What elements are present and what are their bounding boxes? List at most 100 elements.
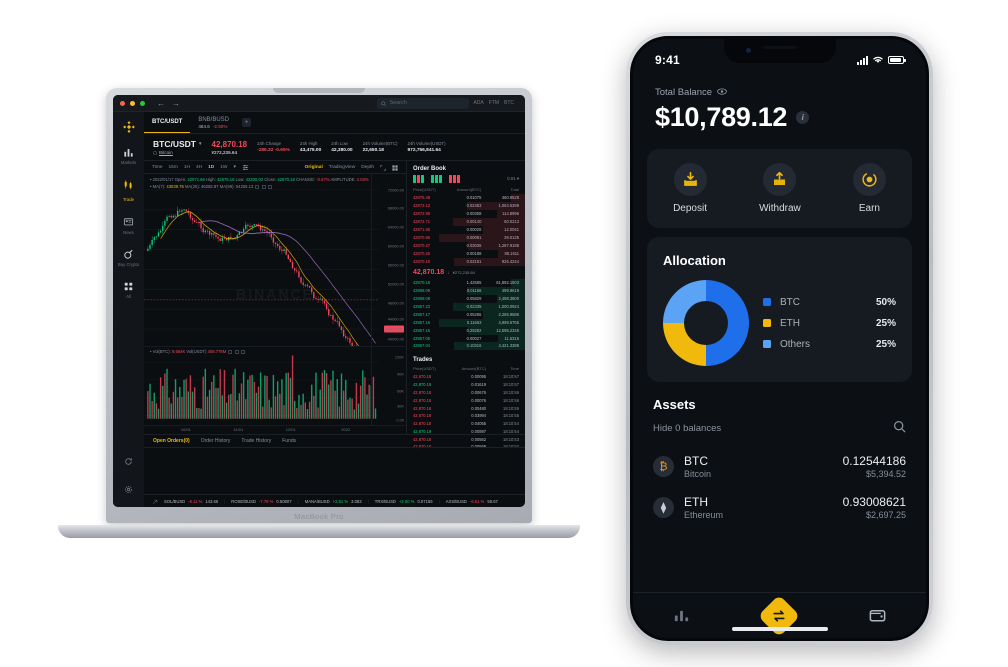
- deposit-button[interactable]: Deposit: [673, 163, 707, 214]
- search-tag[interactable]: BTC: [504, 100, 514, 106]
- orderbook-row[interactable]: 42870.26 0.00188 89.1611: [407, 249, 525, 258]
- pair-tab-btc-usdt[interactable]: BTC/USDT: [144, 112, 191, 133]
- chart-toggle-icon[interactable]: [261, 184, 266, 189]
- row-price: 42870.26: [413, 250, 431, 256]
- orderbook-row[interactable]: 42867.16 0.11663 4,999.5765: [407, 318, 525, 327]
- trade-time: 18:10:54: [503, 421, 519, 427]
- ticker-pair-block[interactable]: BTC/USDT ▾ Bitcoin: [153, 139, 202, 155]
- trade-time: 18:10:57: [503, 374, 519, 380]
- row-amount: 0.00188: [466, 250, 482, 256]
- orderbook-row[interactable]: 42867.15 0.29282 12,595.2346: [407, 326, 525, 335]
- book-view-both-icon[interactable]: [413, 175, 424, 183]
- search-icon[interactable]: [893, 420, 906, 436]
- pair-tab-bnb-busd[interactable]: BNB/BUSD 484.6 -2.50%: [190, 112, 237, 133]
- sidebar-item-markets[interactable]: Markets: [121, 146, 136, 165]
- volume-toggle-icon[interactable]: [240, 350, 245, 355]
- tab-order-history[interactable]: Order History: [201, 438, 231, 444]
- orderbook-row[interactable]: 42871.86 0.00028 12.0041: [407, 225, 525, 234]
- chart-toggle-icon[interactable]: [255, 184, 260, 189]
- bottom-ticker-item[interactable]: AXS/BUSD -6.51 % 59.67: [446, 499, 498, 504]
- legend-value: 25%: [875, 338, 896, 350]
- ticker-last-price-block: 42,870.18 ¥272,235.64: [212, 140, 248, 155]
- binance-logo-icon[interactable]: [122, 120, 136, 134]
- add-pair-button[interactable]: +: [242, 118, 252, 127]
- ohlc-open-label: Open:: [174, 177, 187, 182]
- refresh-icon[interactable]: [124, 453, 133, 471]
- orderbook-row[interactable]: 42873.13 0.02483 1,064.5399: [407, 201, 525, 210]
- chart-view-original[interactable]: Original: [305, 165, 323, 170]
- sidebar-label: Buy Crypto: [117, 262, 140, 268]
- orderbook-row[interactable]: 42868.08 0.05829 2,498.3800: [407, 294, 525, 303]
- row-price: 42872.99: [413, 210, 431, 216]
- eye-icon[interactable]: [717, 87, 727, 98]
- ohlc-open: 42071.66: [187, 177, 205, 182]
- sidebar-label: All: [126, 294, 131, 300]
- back-icon[interactable]: ←: [157, 99, 165, 108]
- timeframe-more-icon[interactable]: ▾: [233, 165, 235, 170]
- chart-toggle-icon[interactable]: [267, 184, 272, 189]
- orderbook-row[interactable]: 42876.48 0.01075 460.9528: [407, 194, 525, 202]
- hide-zero-balances-toggle[interactable]: Hide 0 balances: [653, 423, 721, 434]
- bottom-ticker-item[interactable]: ROSE/BUSD -7.79 % 0.50807: [231, 499, 291, 504]
- legend-label: Others: [780, 338, 811, 350]
- asset-symbol: ETH: [684, 495, 708, 509]
- withdraw-button[interactable]: Withdraw: [759, 163, 801, 214]
- timeframe-1h[interactable]: 1H: [184, 165, 190, 170]
- window-maximize-button[interactable]: [140, 100, 145, 106]
- y-tick: 44000.00: [387, 316, 404, 322]
- timeframe-4h[interactable]: 4H: [196, 165, 202, 170]
- search-input[interactable]: Search: [377, 97, 470, 109]
- chart-view-tradingview[interactable]: TradingView: [329, 165, 355, 170]
- asset-row[interactable]: ₿ BTC Bitcoin 0.12544186 $5,394.52: [633, 446, 926, 487]
- ticker-stat-24h-high: 24h High 43,475.00: [300, 141, 321, 153]
- chevron-down-icon[interactable]: ▾: [199, 141, 202, 147]
- ticker-sublink[interactable]: Bitcoin: [159, 150, 173, 155]
- orderbook-row[interactable]: 42867.17 0.05286 2,265.9586: [407, 310, 525, 319]
- orderbook-row[interactable]: 42867.04 0.10316 4,421.3388: [407, 342, 525, 351]
- orderbook-row[interactable]: 42870.96 0.00091 39.0125: [407, 233, 525, 242]
- window-close-button[interactable]: [120, 100, 125, 106]
- orderbook-row[interactable]: 42872.99 0.00358 114.8996: [407, 209, 525, 218]
- forward-icon[interactable]: →: [172, 99, 180, 108]
- timeframe-1w[interactable]: 1W: [220, 165, 227, 170]
- orderbook-row[interactable]: 42872.71 0.00140 60.0213: [407, 217, 525, 226]
- chart-icon[interactable]: [668, 603, 694, 629]
- orderbook-row[interactable]: 42870.19 0.02161 926.4244: [407, 257, 525, 266]
- orderbook-precision[interactable]: 0.01 ▾: [507, 176, 519, 182]
- orderbook-row[interactable]: 42867.05 0.00027 11.5316: [407, 334, 525, 343]
- bottom-ticker-item[interactable]: MANA/BUSD +2.51 % 3.083: [305, 499, 362, 504]
- timeframe-15m[interactable]: 15m: [168, 165, 177, 170]
- sidebar-item-news[interactable]: News: [123, 216, 135, 235]
- book-view-bids-icon[interactable]: [431, 175, 442, 183]
- tab-trade-history[interactable]: Trade History: [241, 438, 271, 444]
- volume-toggle-icon[interactable]: [234, 350, 239, 355]
- tab-open-orders[interactable]: Open Orders(0): [153, 438, 190, 444]
- book-view-asks-icon[interactable]: [449, 175, 460, 183]
- bottom-ticker-item[interactable]: SOL/BUSD -6.11 % 143.66: [164, 499, 218, 504]
- earn-button[interactable]: Earn: [852, 163, 886, 214]
- row-price: 42867.23: [413, 303, 431, 309]
- sidebar-item-buy-crypto[interactable]: Buy Crypto: [118, 248, 139, 267]
- tab-funds[interactable]: Funds: [282, 438, 296, 444]
- window-minimize-button[interactable]: [130, 100, 135, 106]
- orderbook-row[interactable]: 42868.09 0.01166 499.8619: [407, 286, 525, 295]
- sidebar-item-trade[interactable]: Trade: [123, 178, 135, 202]
- orderbook-row[interactable]: 42867.23 0.02335 1,000.0924: [407, 302, 525, 311]
- chart-area[interactable]: • 2022/01/17 Open: 42071.66 High: 42876.…: [144, 174, 406, 434]
- search-tag[interactable]: FTM: [489, 100, 499, 106]
- vol-y-tick: 90K: [397, 371, 404, 377]
- orderbook-row[interactable]: 42870.18 1.42585 61,892.1503: [407, 278, 525, 287]
- asset-row[interactable]: ⧫ ETH Ethereum 0.93008621 $2,697.25: [633, 487, 926, 528]
- timeframe-1d[interactable]: 1D: [208, 165, 214, 170]
- search-tag[interactable]: ADA: [473, 100, 483, 106]
- settings-icon[interactable]: [124, 481, 133, 499]
- volume-toggle-icon[interactable]: [228, 350, 233, 355]
- bottom-ticker-item[interactable]: TRX/BUSD +2.00 % 0.07156: [375, 499, 433, 504]
- timeframe-bar: Time 15m 1H 4H 1D 1W ▾ Original TradingV…: [144, 161, 406, 174]
- withdraw-label: Withdraw: [759, 203, 801, 214]
- chart-view-depth[interactable]: Depth: [361, 165, 374, 170]
- orderbook-row[interactable]: 42870.27 0.03036 1,287.9188: [407, 241, 525, 250]
- wallet-icon[interactable]: [865, 603, 891, 629]
- sidebar-item-all[interactable]: All: [123, 280, 135, 299]
- info-icon[interactable]: i: [796, 111, 810, 124]
